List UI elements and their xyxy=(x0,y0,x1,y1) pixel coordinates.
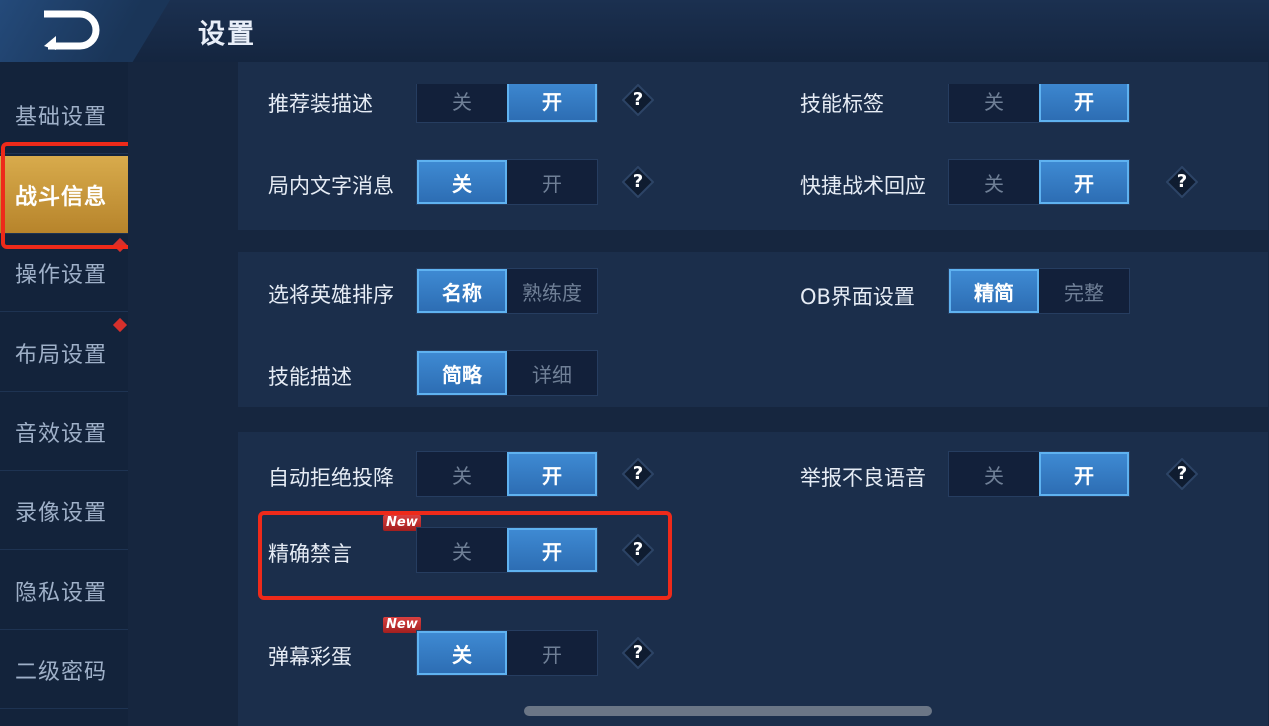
in-game-text-on[interactable]: 开 xyxy=(507,160,597,204)
in-game-text-toggle: 关 开 xyxy=(416,159,598,205)
quick-tactic-toggle: 关 开 xyxy=(948,159,1130,205)
help-button[interactable]: ? xyxy=(622,166,654,198)
auto-reject-off[interactable]: 关 xyxy=(417,452,507,496)
skill-desc-brief[interactable]: 简略 xyxy=(417,351,507,395)
ob-ui-simple[interactable]: 精简 xyxy=(949,269,1039,313)
rec-equip-off[interactable]: 关 xyxy=(417,78,507,122)
sidebar-item-replay[interactable]: 录像设置 xyxy=(0,472,128,550)
setting-label: 选将英雄排序 xyxy=(268,283,394,307)
setting-label: 推荐装描述 xyxy=(268,92,373,116)
rec-equip-on[interactable]: 开 xyxy=(507,78,597,122)
setting-label: 局内文字消息 xyxy=(268,174,394,198)
precise-mute-highlight xyxy=(258,511,672,600)
setting-label: 弹幕彩蛋 xyxy=(268,645,352,669)
report-voice-off[interactable]: 关 xyxy=(949,452,1039,496)
quick-tactic-off[interactable]: 关 xyxy=(949,160,1039,204)
sidebar-item-layout[interactable]: 布局设置 xyxy=(0,314,128,392)
top-bar: 设置 xyxy=(0,0,1269,63)
hero-sort-proficiency[interactable]: 熟练度 xyxy=(507,269,597,313)
danmaku-egg-off[interactable]: 关 xyxy=(417,631,507,675)
danmaku-egg-toggle: 关 开 xyxy=(416,630,598,676)
skill-tag-on[interactable]: 开 xyxy=(1039,78,1129,122)
report-voice-on[interactable]: 开 xyxy=(1039,452,1129,496)
auto-reject-on[interactable]: 开 xyxy=(507,452,597,496)
help-button[interactable]: ? xyxy=(1166,458,1198,490)
quick-tactic-on[interactable]: 开 xyxy=(1039,160,1129,204)
back-arrow-icon xyxy=(44,10,100,50)
hero-sort-name[interactable]: 名称 xyxy=(417,269,507,313)
hero-sort-toggle: 名称 熟练度 xyxy=(416,268,598,314)
scroll-mask xyxy=(238,62,1268,84)
danmaku-egg-on[interactable]: 开 xyxy=(507,631,597,675)
active-tab-highlight xyxy=(1,142,143,249)
skill-desc-toggle: 简略 详细 xyxy=(416,350,598,396)
setting-label: OB界面设置 xyxy=(800,285,915,309)
ob-ui-full[interactable]: 完整 xyxy=(1039,269,1129,313)
in-game-text-off[interactable]: 关 xyxy=(417,160,507,204)
help-button[interactable]: ? xyxy=(622,84,654,116)
back-button[interactable] xyxy=(40,10,102,50)
page-title: 设置 xyxy=(198,19,256,50)
skill-desc-detailed[interactable]: 详细 xyxy=(507,351,597,395)
horizontal-scrollbar[interactable] xyxy=(524,706,932,716)
help-button[interactable]: ? xyxy=(1166,166,1198,198)
sidebar-item-privacy[interactable]: 隐私设置 xyxy=(0,552,128,630)
help-button[interactable]: ? xyxy=(622,637,654,669)
setting-label: 技能描述 xyxy=(268,365,352,389)
help-button[interactable]: ? xyxy=(622,458,654,490)
ob-ui-toggle: 精简 完整 xyxy=(948,268,1130,314)
setting-label: 自动拒绝投降 xyxy=(268,466,394,490)
auto-reject-toggle: 关 开 xyxy=(416,451,598,497)
sidebar-item-sound[interactable]: 音效设置 xyxy=(0,393,128,471)
report-voice-toggle: 关 开 xyxy=(948,451,1130,497)
sidebar-item-password[interactable]: 二级密码 xyxy=(0,631,128,709)
setting-label: 技能标签 xyxy=(800,92,884,116)
setting-label: 举报不良语音 xyxy=(800,466,926,490)
skill-tag-off[interactable]: 关 xyxy=(949,78,1039,122)
setting-label: 快捷战术回应 xyxy=(800,174,926,198)
